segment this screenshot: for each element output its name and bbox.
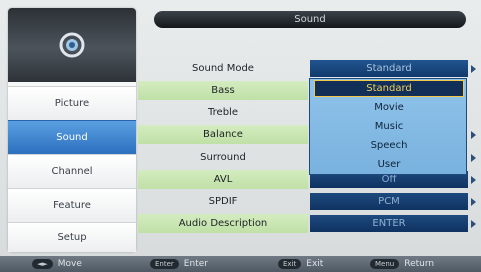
sound-mode-value[interactable]: Standard bbox=[310, 60, 468, 77]
spdif-value[interactable]: PCM bbox=[310, 193, 468, 210]
dropdown-option-user[interactable]: User bbox=[314, 156, 464, 173]
help-label: Enter bbox=[183, 259, 208, 269]
help-label: Return bbox=[404, 259, 435, 269]
menu-row-label: Sound Mode bbox=[192, 63, 254, 74]
sidebar-item-label: Channel bbox=[51, 166, 93, 177]
help-return: Menu Return bbox=[370, 258, 434, 270]
sidebar-item-channel[interactable]: Channel bbox=[8, 154, 136, 188]
page-title: Sound bbox=[154, 11, 466, 28]
tv-osd-menu: Picture Sound Channel Feature Setup Soun… bbox=[0, 0, 481, 272]
menu-row-label: Surround bbox=[200, 152, 246, 163]
menu-row-label: Bass bbox=[138, 81, 308, 100]
exit-key-icon: Exit bbox=[278, 259, 302, 269]
arrows-key-icon: ◄► bbox=[32, 259, 53, 269]
help-exit: Exit Exit bbox=[278, 258, 323, 270]
menu-row-label: Treble bbox=[208, 107, 238, 118]
menu-row-label: Audio Description bbox=[138, 214, 308, 233]
logo bbox=[8, 8, 136, 82]
sidebar-item-feature[interactable]: Feature bbox=[8, 188, 136, 222]
dropdown-option-movie[interactable]: Movie bbox=[314, 99, 464, 116]
menu-row-audio-description[interactable]: Audio Description ENTER bbox=[138, 214, 476, 233]
help-label: Move bbox=[57, 259, 82, 269]
help-move: ◄► Move bbox=[32, 258, 82, 270]
speaker-logo-icon bbox=[59, 32, 85, 58]
chevron-right-icon bbox=[471, 65, 476, 73]
menu-row-spdif[interactable]: SPDIF PCM bbox=[138, 192, 476, 211]
help-bar: ◄► Move Enter Enter Exit Exit Menu Retur… bbox=[0, 256, 481, 272]
sidebar: Picture Sound Channel Feature Setup bbox=[8, 8, 136, 252]
menu-row-label: AVL bbox=[138, 170, 308, 189]
sidebar-item-setup[interactable]: Setup bbox=[8, 222, 136, 252]
sidebar-item-label: Setup bbox=[57, 232, 87, 243]
dropdown-option-speech[interactable]: Speech bbox=[314, 137, 464, 154]
dropdown-option-standard[interactable]: Standard bbox=[314, 80, 464, 97]
menu-row-label: Balance bbox=[138, 125, 308, 144]
sidebar-item-picture[interactable]: Picture bbox=[8, 86, 136, 120]
help-label: Exit bbox=[306, 259, 324, 269]
sidebar-item-label: Picture bbox=[54, 98, 90, 109]
chevron-right-icon bbox=[471, 131, 476, 139]
sidebar-item-sound[interactable]: Sound bbox=[8, 120, 136, 154]
page-title-text: Sound bbox=[294, 14, 326, 25]
audio-description-value[interactable]: ENTER bbox=[310, 215, 468, 232]
menu-row-sound-mode[interactable]: Sound Mode Standard bbox=[138, 59, 476, 78]
menu-row-label: SPDIF bbox=[208, 196, 238, 207]
sidebar-item-label: Feature bbox=[53, 200, 91, 211]
chevron-right-icon bbox=[471, 176, 476, 184]
menu-key-icon: Menu bbox=[370, 259, 400, 269]
chevron-right-icon bbox=[471, 220, 476, 228]
sidebar-item-label: Sound bbox=[56, 132, 88, 143]
sound-mode-dropdown: Standard Movie Music Speech User bbox=[309, 78, 467, 175]
enter-key-icon: Enter bbox=[150, 259, 179, 269]
dropdown-option-music[interactable]: Music bbox=[314, 118, 464, 135]
chevron-right-icon bbox=[471, 198, 476, 206]
chevron-right-icon bbox=[471, 154, 476, 162]
help-enter: Enter Enter bbox=[150, 258, 208, 270]
